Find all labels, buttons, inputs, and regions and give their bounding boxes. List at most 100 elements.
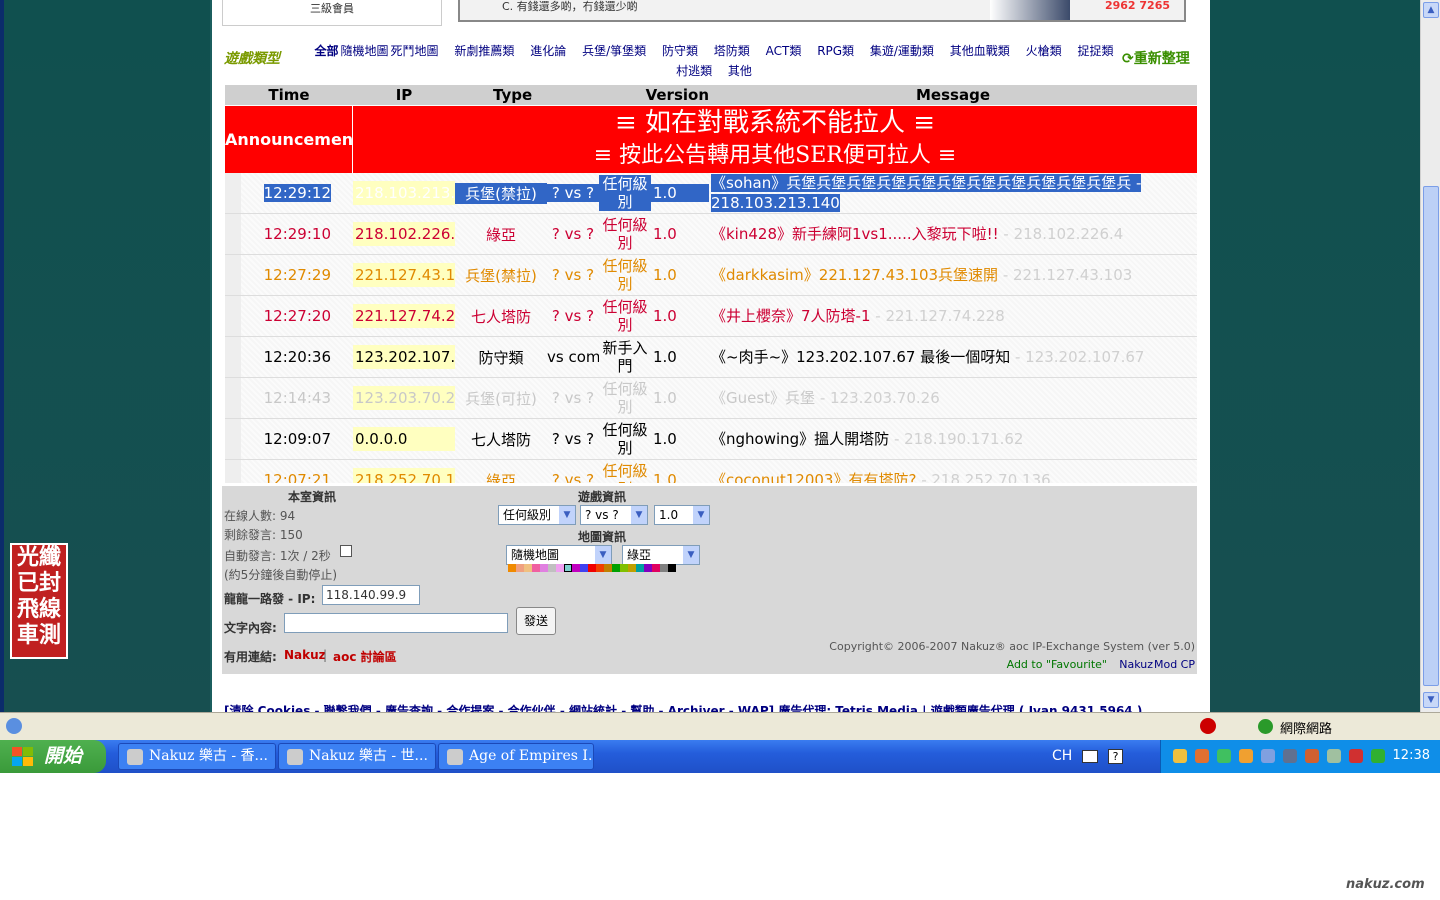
game-type-link[interactable]: 其他 [728, 64, 752, 78]
table-row[interactable]: 12:27:29 221.127.43.1(兵堡(禁拉) ? vs ? 任何級別 1.0… [225, 255, 1197, 296]
announcement-message[interactable]: ≡ 如在對戰系統不能拉人 ≡ ≡ 按此公告轉用其他SER便可拉人 ≡ [353, 106, 1197, 173]
color-swatch[interactable] [572, 564, 580, 572]
network-icon[interactable] [1327, 749, 1341, 763]
volume-icon[interactable] [1305, 749, 1319, 763]
game-type-link[interactable]: 全部 [315, 44, 339, 58]
add-favourite-link[interactable]: Add to "Favourite" [1007, 658, 1107, 671]
table-row[interactable]: 12:27:20 221.127.74.2 七人塔防 ? vs ? 任何級別 1.0 《井上… [225, 296, 1197, 337]
color-swatch[interactable] [644, 564, 652, 572]
color-swatch[interactable] [540, 564, 548, 572]
game-type-link[interactable]: 隨機地圖 [341, 44, 389, 58]
tray-icon[interactable] [1173, 749, 1187, 763]
color-palette[interactable] [508, 564, 676, 572]
tray-icon[interactable] [1371, 749, 1385, 763]
taskbar-item[interactable]: Nakuz 樂古 - 香... [118, 743, 276, 770]
color-swatch[interactable] [596, 564, 604, 572]
color-swatch[interactable] [620, 564, 628, 572]
windows-logo-icon [12, 747, 33, 766]
auto-post-checkbox[interactable] [340, 545, 352, 557]
nakuz-link[interactable]: Nakuz [284, 648, 326, 662]
scroll-down-icon[interactable]: ▼ [1423, 692, 1439, 708]
row-message-ip: - 218.102.226.4 [998, 225, 1124, 243]
taskbar-item[interactable]: Nakuz 樂古 - 世... [278, 743, 436, 770]
row-type: 七人塔防 [470, 430, 531, 449]
start-button[interactable]: 開始 [0, 740, 106, 773]
color-swatch[interactable] [628, 564, 636, 572]
row-message-text: 《darkkasim》221.127.43.103兵堡速開 [711, 266, 999, 284]
send-button[interactable]: 發送 [516, 607, 556, 635]
game-type-link[interactable]: ACT類 [766, 44, 802, 58]
level-select[interactable]: 任何級別 ▼ [498, 505, 576, 525]
version-select[interactable]: 1.0 ▼ [654, 505, 710, 525]
tray-icon[interactable] [1195, 749, 1209, 763]
tray-icon[interactable] [1239, 749, 1253, 763]
table-row[interactable]: 12:07:21218.252.70.1 綠亞 ? vs ? 任何級別 1.0 《coco… [225, 460, 1197, 483]
table-row[interactable]: 12:09:07 0.0.0.0 七人塔防 ? vs ? 任何級別 1.0 《nghowin… [225, 419, 1197, 460]
mod-cp-link[interactable]: Mod CP [1154, 658, 1195, 671]
color-swatch[interactable] [508, 564, 516, 572]
game-type-link[interactable]: 捉捉類 [1077, 44, 1113, 58]
refresh-button[interactable]: ⟳重新整理 [1122, 48, 1190, 68]
tray-icon[interactable] [1261, 749, 1275, 763]
aoc-forum-link[interactable]: aoc 討論區 [333, 648, 397, 665]
color-swatch[interactable] [636, 564, 644, 572]
online-count: 在線人數: 94 [224, 509, 296, 523]
game-type-logo: 遊戲類型 [224, 48, 302, 70]
tray-icon[interactable] [1217, 749, 1231, 763]
table-row[interactable]: 12:14:43 123.203.70.2 兵堡(可拉) ? vs ? 任何級別 1.0 《… [225, 378, 1197, 419]
table-row[interactable]: 12:29:12 218.103.213. 兵堡(禁拉)? vs ? 任何級別 1.0 《… [225, 173, 1197, 214]
tray-icon[interactable] [1349, 749, 1363, 763]
table-row[interactable]: 12:29:10 218.102.226.4 綠亞 ? vs ? 任何級別 1.0 《kin… [225, 214, 1197, 255]
clock[interactable]: 12:38 [1393, 748, 1430, 763]
game-type-link[interactable]: 村逃類 [676, 64, 712, 78]
color-swatch[interactable] [532, 564, 540, 572]
game-type-link[interactable]: 防守類 [662, 44, 698, 58]
nakuz-footer-link[interactable]: Nakuz [1119, 658, 1153, 671]
color-swatch[interactable] [580, 564, 588, 572]
announcement-row[interactable]: Announcement ≡ 如在對戰系統不能拉人 ≡ ≡ 按此公告轉用其他SE… [225, 105, 1197, 173]
game-type-link[interactable]: 集遊/運動類 [870, 44, 934, 58]
game-type-link[interactable]: 兵堡/箏堡類 [582, 44, 646, 58]
table-row[interactable]: 12:20:36 123.202.107.6 防守類 vs com 新手入門 1.0 《~肉… [225, 337, 1197, 378]
scroll-up-icon[interactable]: ▲ [1423, 2, 1439, 18]
game-type-link[interactable]: 新劇推薦類 [454, 44, 514, 58]
vs-select[interactable]: ? vs ? ▼ [580, 505, 648, 525]
color-swatch[interactable] [524, 564, 532, 572]
color-swatch[interactable] [604, 564, 612, 572]
color-swatch[interactable] [564, 564, 572, 572]
game-type-link[interactable]: 其他血戰類 [950, 44, 1010, 58]
control-panel: 本室資訊 在線人數: 94 剩餘發言: 150 自動發言: 1次 / 2秒 (約… [222, 486, 1197, 674]
scroll-thumb[interactable] [1423, 186, 1439, 686]
row-message-text: 《井上櫻奈》7人防塔-1 [711, 307, 871, 325]
game-type-link[interactable]: 死鬥地圖 [391, 44, 439, 58]
tray-icon[interactable] [1283, 749, 1297, 763]
map-variant-select[interactable]: 綠亞 ▼ [622, 545, 700, 565]
top-banner-ad[interactable]: C. 有錢還多啲，冇錢還少啲 2962 7265 [458, 0, 1186, 22]
help-icon[interactable]: ? [1108, 749, 1123, 764]
keyboard-icon[interactable] [1082, 750, 1098, 763]
taskbar-item[interactable]: Age of Empires I... [438, 743, 594, 770]
footer-links[interactable]: [清除 Cookies - 聯繫我們 - 廣告查詢 - 合作提案 - 合作伙伴 … [224, 702, 1142, 712]
ip-field[interactable]: 118.140.99.9 [322, 585, 420, 605]
side-advertisement[interactable]: 光纖已封飛線車測 [10, 543, 68, 659]
row-version: 1.0 [653, 307, 677, 325]
color-swatch[interactable] [668, 564, 676, 572]
message-input[interactable] [284, 613, 508, 633]
game-type-link[interactable]: 進化論 [530, 44, 566, 58]
row-vs: ? vs ? [551, 266, 595, 284]
map-select[interactable]: 隨機地圖 ▼ [506, 545, 612, 565]
color-swatch[interactable] [612, 564, 620, 572]
row-message: 《coconut12003》有有塔防? - 218.252.70.136 [709, 470, 1197, 483]
color-swatch[interactable] [652, 564, 660, 572]
game-type-link[interactable]: 塔防類 [714, 44, 750, 58]
game-type-link[interactable]: RPG類 [817, 44, 854, 58]
color-swatch[interactable] [660, 564, 668, 572]
row-vs: ? vs ? [551, 471, 595, 483]
color-swatch[interactable] [516, 564, 524, 572]
language-indicator[interactable]: CH [1052, 748, 1072, 764]
color-swatch[interactable] [588, 564, 596, 572]
game-type-link[interactable]: 火槍類 [1026, 44, 1062, 58]
vertical-scrollbar[interactable]: ▲ ▼ [1420, 0, 1440, 712]
color-swatch[interactable] [548, 564, 556, 572]
color-swatch[interactable] [556, 564, 564, 572]
